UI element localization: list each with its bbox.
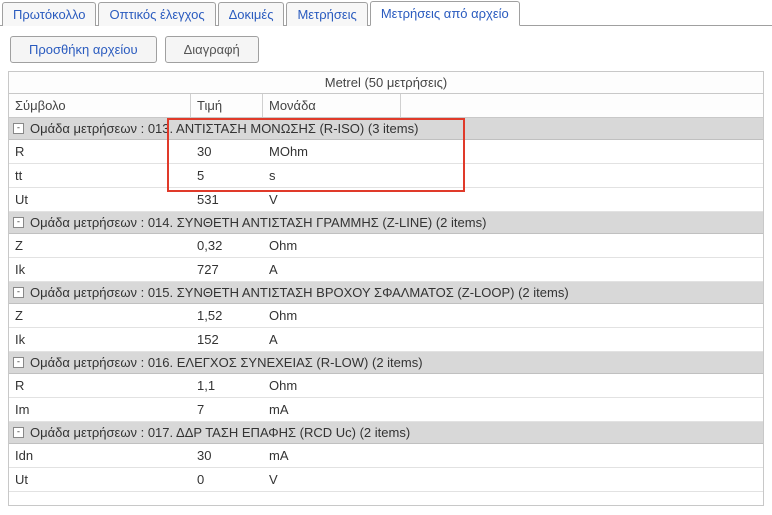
table-row[interactable]: Ik152A [9,328,763,352]
cell-value: 5 [191,164,263,187]
cell-spacer [401,188,763,211]
group-label: Ομάδα μετρήσεων : 016. ΕΛΕΓΧΟΣ ΣΥΝΕΧΕΙΑΣ… [30,355,423,370]
table-row[interactable]: Ut0V [9,468,763,492]
table-row[interactable]: Ut531V [9,188,763,212]
header-spacer [401,94,763,117]
cell-value: 152 [191,328,263,351]
table-row[interactable]: R1,1Ohm [9,374,763,398]
group-label: Ομάδα μετρήσεων : 015. ΣΥΝΘΕΤΗ ΑΝΤΙΣΤΑΣΗ… [30,285,569,300]
group-row[interactable]: -Ομάδα μετρήσεων : 014. ΣΥΝΘΕΤΗ ΑΝΤΙΣΤΑΣ… [9,212,763,234]
grid-title: Metrel (50 μετρήσεις) [9,72,763,94]
cell-symbol: Z [9,234,191,257]
cell-spacer [401,164,763,187]
tab-1[interactable]: Οπτικός έλεγχος [98,2,215,26]
grid-headers: Σύμβολο Τιμή Μονάδα [9,94,763,118]
header-value[interactable]: Τιμή [191,94,263,117]
table-row[interactable]: Z1,52Ohm [9,304,763,328]
cell-spacer [401,444,763,467]
cell-value: 30 [191,444,263,467]
cell-spacer [401,140,763,163]
tab-4[interactable]: Μετρήσεις από αρχείο [370,1,520,26]
cell-unit: A [263,258,401,281]
group-row[interactable]: -Ομάδα μετρήσεων : 015. ΣΥΝΘΕΤΗ ΑΝΤΙΣΤΑΣ… [9,282,763,304]
cell-symbol: Ik [9,328,191,351]
cell-spacer [401,328,763,351]
cell-value: 0,32 [191,234,263,257]
cell-value: 727 [191,258,263,281]
collapse-icon[interactable]: - [13,427,24,438]
table-row[interactable]: Im7mA [9,398,763,422]
collapse-icon[interactable]: - [13,357,24,368]
collapse-icon[interactable]: - [13,123,24,134]
cell-unit: mA [263,398,401,421]
delete-button[interactable]: Διαγραφή [165,36,259,63]
cell-unit: Ohm [263,304,401,327]
group-row[interactable]: -Ομάδα μετρήσεων : 013. ΑΝΤΙΣΤΑΣΗ ΜΟΝΩΣΗ… [9,118,763,140]
cell-value: 7 [191,398,263,421]
tab-3[interactable]: Μετρήσεις [286,2,367,26]
cell-unit: V [263,468,401,491]
group-label: Ομάδα μετρήσεων : 014. ΣΥΝΘΕΤΗ ΑΝΤΙΣΤΑΣΗ… [30,215,486,230]
table-row[interactable]: R30MOhm [9,140,763,164]
cell-symbol: Im [9,398,191,421]
cell-spacer [401,304,763,327]
cell-spacer [401,234,763,257]
grid-body[interactable]: -Ομάδα μετρήσεων : 013. ΑΝΤΙΣΤΑΣΗ ΜΟΝΩΣΗ… [9,118,763,505]
toolbar: Προσθήκη αρχείου Διαγραφή [0,26,772,71]
table-row[interactable]: Idn30mA [9,444,763,468]
cell-spacer [401,374,763,397]
cell-value: 0 [191,468,263,491]
cell-unit: V [263,188,401,211]
measurements-grid: Metrel (50 μετρήσεις) Σύμβολο Τιμή Μονάδ… [8,71,764,506]
collapse-icon[interactable]: - [13,287,24,298]
cell-symbol: Idn [9,444,191,467]
cell-unit: A [263,328,401,351]
group-label: Ομάδα μετρήσεων : 013. ΑΝΤΙΣΤΑΣΗ ΜΟΝΩΣΗΣ… [30,121,418,136]
tab-2[interactable]: Δοκιμές [218,2,285,26]
group-label: Ομάδα μετρήσεων : 017. ΔΔΡ ΤΑΣΗ ΕΠΑΦΗΣ (… [30,425,410,440]
cell-unit: Ohm [263,234,401,257]
cell-spacer [401,398,763,421]
table-row[interactable]: tt5s [9,164,763,188]
cell-spacer [401,468,763,491]
table-row[interactable]: Z0,32Ohm [9,234,763,258]
cell-symbol: tt [9,164,191,187]
cell-value: 531 [191,188,263,211]
cell-symbol: R [9,140,191,163]
header-symbol[interactable]: Σύμβολο [9,94,191,117]
cell-unit: s [263,164,401,187]
cell-value: 1,1 [191,374,263,397]
cell-symbol: Z [9,304,191,327]
tab-0[interactable]: Πρωτόκολλο [2,2,96,26]
cell-unit: mA [263,444,401,467]
cell-symbol: Ik [9,258,191,281]
table-row[interactable]: Ik727A [9,258,763,282]
cell-symbol: Ut [9,468,191,491]
header-unit[interactable]: Μονάδα [263,94,401,117]
cell-value: 1,52 [191,304,263,327]
cell-unit: Ohm [263,374,401,397]
collapse-icon[interactable]: - [13,217,24,228]
add-file-button[interactable]: Προσθήκη αρχείου [10,36,157,63]
cell-symbol: Ut [9,188,191,211]
cell-symbol: R [9,374,191,397]
cell-spacer [401,258,763,281]
tab-bar: ΠρωτόκολλοΟπτικός έλεγχοςΔοκιμέςΜετρήσει… [0,0,772,26]
group-row[interactable]: -Ομάδα μετρήσεων : 017. ΔΔΡ ΤΑΣΗ ΕΠΑΦΗΣ … [9,422,763,444]
cell-value: 30 [191,140,263,163]
group-row[interactable]: -Ομάδα μετρήσεων : 016. ΕΛΕΓΧΟΣ ΣΥΝΕΧΕΙΑ… [9,352,763,374]
cell-unit: MOhm [263,140,401,163]
